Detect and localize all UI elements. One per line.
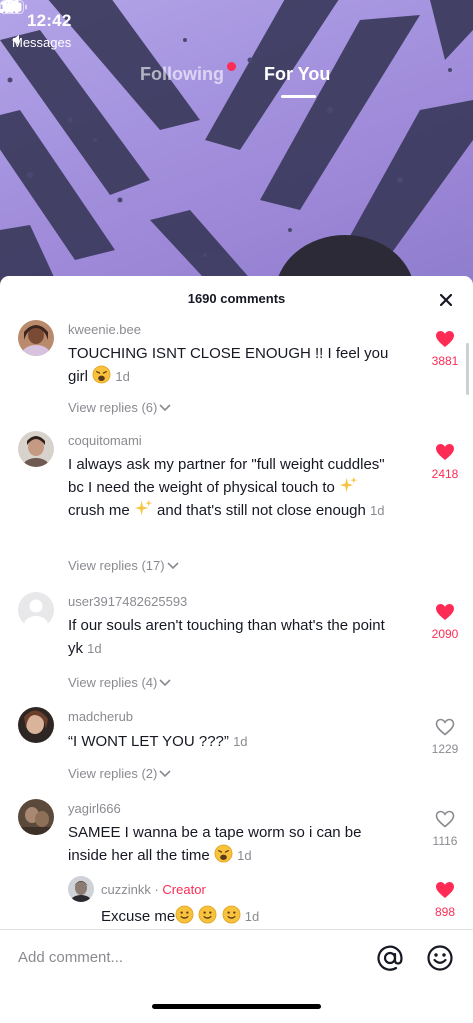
reply-body: Excuse me [101,908,176,925]
comment-body: If our souls aren't touching than what's… [68,617,385,657]
comment-date: 1d [370,503,385,518]
chevron-down-icon [159,403,171,411]
separator-dot: · [150,882,163,897]
view-replies-label: View replies (6) [68,400,158,415]
creator-badge: Creator [162,882,206,897]
comment-username[interactable]: user3917482625593 [68,594,187,609]
back-to-messages-link[interactable]: Messages [12,35,71,50]
clock: 12:42 [27,11,72,30]
like-count: 2418 [431,467,459,481]
comment-date: 1d [87,641,102,656]
chevron-down-icon [167,561,179,569]
comment-date: 1d [237,848,252,863]
view-replies-label: View replies (4) [68,675,158,690]
view-replies-label: View replies (17) [68,558,165,573]
mention-at-icon[interactable] [376,944,404,972]
like-count: 3881 [431,354,459,368]
slightly-smiling-face-emoji-icon [222,905,240,924]
active-tab-indicator [281,95,316,98]
like-count: 898 [434,905,456,919]
status-bar: 12:42 Messages [0,0,473,60]
view-replies-label: View replies (2) [68,766,158,781]
close-icon[interactable] [436,290,456,310]
heart-filled-icon [436,882,454,898]
comment-date: 1d [233,734,248,749]
comment-body-end: and that's still not close enough [157,502,366,519]
comment-username[interactable]: kweenie.bee [68,322,141,337]
reply-date: 1d [244,909,260,924]
sparkles-emoji-icon [134,499,152,516]
comment-username[interactable]: coquitomami [68,433,142,448]
like-button[interactable]: 1116 [420,810,470,848]
comment-username[interactable]: madcherub [68,709,133,724]
like-button[interactable]: 2418 [420,443,470,481]
back-triangle-icon [12,35,19,45]
like-button[interactable]: 898 [420,881,470,919]
heart-outline-icon [435,718,455,736]
reply-text: Excuse me 1d [101,905,259,928]
comments-sheet: 1690 comments kweenie.bee TOUCHING ISNT … [0,276,473,1023]
view-replies-button[interactable]: View replies (2) [68,766,171,781]
slightly-smiling-face-emoji-icon [175,905,194,924]
avatar[interactable] [18,592,54,628]
avatar[interactable] [18,799,54,835]
heart-outline-icon [435,810,455,828]
reply-username-line: cuzzinkk · Creator [101,882,206,897]
weary-face-emoji-icon [214,844,233,863]
comment-username[interactable]: yagirl666 [68,801,121,816]
emoji-picker-icon[interactable] [426,944,454,972]
comment-text: SAMEE I wanna be a tape worm so i can be… [68,821,398,867]
avatar[interactable] [68,876,94,902]
tab-for-you[interactable]: For You [264,64,330,85]
video-background[interactable]: 12:42 Messages Following For You [0,0,473,290]
comment-text: I always ask my partner for "full weight… [68,453,388,522]
heart-filled-icon [436,604,454,620]
comments-count: 1690 comments [187,291,286,306]
view-replies-button[interactable]: View replies (17) [68,558,179,573]
comment-text: TOUCHING ISNT CLOSE ENOUGH !! I feel you… [68,342,398,388]
like-button[interactable]: 3881 [420,330,470,368]
slightly-smiling-face-emoji-icon [198,905,217,924]
weary-face-emoji-icon [92,365,111,384]
add-comment-input[interactable] [18,946,348,968]
sparkles-emoji-icon [339,476,358,493]
battery-icon [0,0,27,14]
like-count: 2090 [431,627,459,641]
back-link-label: Messages [12,35,72,50]
following-notification-dot [227,62,236,71]
comment-body: “I WONT LET YOU ???” [68,733,229,750]
comment-text: If our souls aren't touching than what's… [68,614,398,660]
avatar[interactable] [18,707,54,743]
comment-date: 1d [115,369,130,384]
avatar[interactable] [18,431,54,467]
chevron-down-icon [159,769,171,777]
heart-filled-icon [436,331,454,347]
comment-body-emphasis: crush me [68,502,130,519]
heart-filled-icon [436,444,454,460]
tab-following[interactable]: Following [140,64,224,85]
reply-username[interactable]: cuzzinkk [101,882,151,897]
like-count: 1116 [432,834,458,848]
feed-tabs: Following For You [0,64,473,104]
like-button[interactable]: 1229 [420,718,470,756]
view-replies-button[interactable]: View replies (4) [68,675,171,690]
chevron-down-icon [159,678,171,686]
comments-header: 1690 comments [0,276,473,320]
view-replies-button[interactable]: View replies (6) [68,400,171,415]
comment-input-bar [0,929,473,984]
avatar[interactable] [18,320,54,356]
like-count: 1229 [431,742,459,756]
home-indicator[interactable] [152,1004,321,1009]
like-button[interactable]: 2090 [420,603,470,641]
comment-body: I always ask my partner for "full weight… [68,456,385,496]
comment-text: “I WONT LET YOU ???” 1d [68,730,398,753]
